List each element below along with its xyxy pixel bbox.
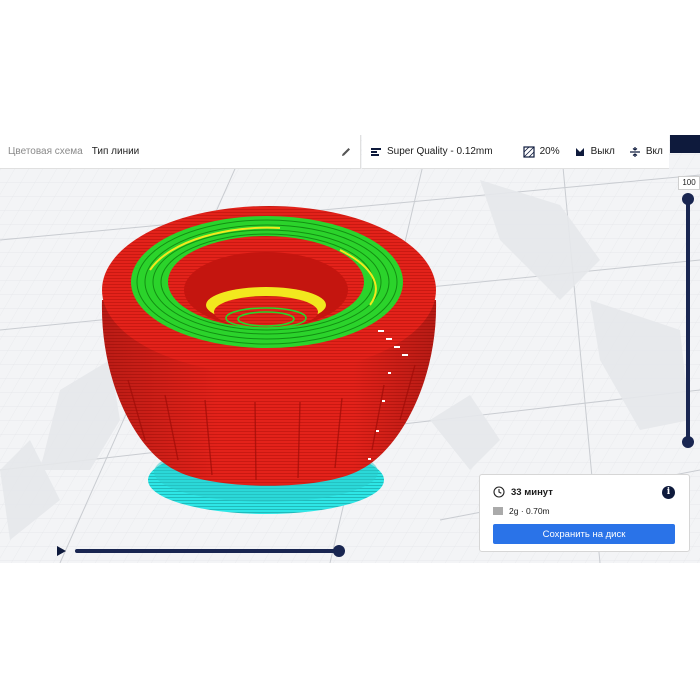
color-scheme-bar[interactable]: Цветовая схема Тип линии [0, 135, 361, 169]
layer-slider-top-handle[interactable] [682, 193, 694, 205]
support-icon [575, 147, 584, 156]
layer-slider-track[interactable] [686, 198, 690, 442]
play-icon[interactable] [55, 545, 67, 557]
corner-tab[interactable] [670, 135, 700, 153]
infill-setting[interactable]: 20% [523, 145, 560, 158]
color-scheme-label: Цветовая схема [8, 146, 83, 157]
color-scheme-value[interactable]: Тип линии [92, 146, 140, 157]
material-row: 2g · 0.70m [493, 506, 550, 516]
infill-value: 20% [539, 146, 560, 157]
simulation-slider-handle[interactable] [333, 545, 345, 557]
print-time: 33 минут [511, 486, 553, 498]
adhesion-value: Вкл [645, 146, 663, 157]
print-time-row: 33 минут [493, 486, 553, 498]
infill-icon [523, 145, 535, 158]
support-value: Выкл [590, 146, 615, 157]
profile-setting[interactable]: Super Quality - 0.12mm [370, 146, 493, 158]
save-to-disk-button[interactable]: Сохранить на диск [493, 524, 675, 544]
print-settings-bar[interactable]: Super Quality - 0.12mm 20% Выкл Вкл [362, 135, 669, 169]
print-info-panel: 33 минут i 2g · 0.70m Сохранить на диск [479, 474, 690, 552]
support-setting[interactable]: Выкл [574, 146, 615, 158]
info-icon[interactable]: i [662, 486, 675, 499]
profile-label: Super Quality - 0.12mm [387, 146, 493, 157]
clock-icon [493, 486, 505, 498]
layer-number-label[interactable]: 100 [678, 176, 700, 190]
adhesion-icon [629, 146, 640, 157]
spool-icon [493, 507, 503, 515]
layer-slider-bottom-handle[interactable] [682, 436, 694, 448]
pencil-icon[interactable] [340, 146, 352, 158]
profile-icon [371, 147, 381, 156]
simulation-slider-track[interactable] [75, 549, 341, 553]
material-usage: 2g · 0.70m [509, 506, 550, 516]
adhesion-setting[interactable]: Вкл [629, 146, 663, 158]
